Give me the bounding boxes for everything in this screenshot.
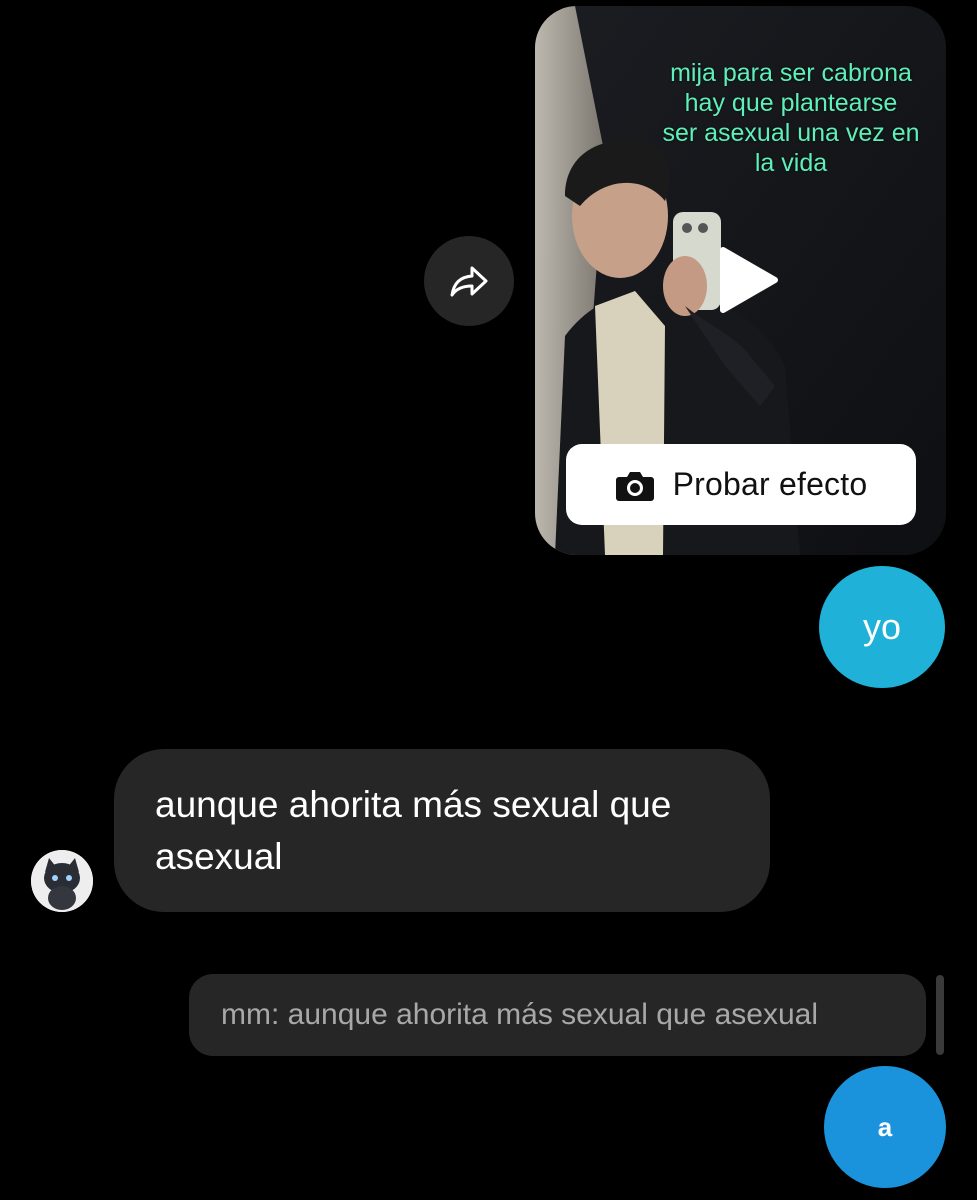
reply-preview-text: mm: aunque ahorita más sexual que asexua… xyxy=(221,998,819,1031)
outgoing-message[interactable]: yo xyxy=(819,566,945,688)
share-button[interactable] xyxy=(424,236,514,326)
outgoing-message[interactable]: a xyxy=(824,1066,946,1188)
share-arrow-icon xyxy=(450,266,488,297)
avatar[interactable] xyxy=(31,850,93,912)
play-icon[interactable] xyxy=(709,244,781,316)
reel-caption: mija para ser cabrona hay que plantearse… xyxy=(662,59,920,177)
message-text: yo xyxy=(862,606,902,647)
shared-reel-card[interactable]: mija para ser cabrona hay que plantearse… xyxy=(535,6,946,555)
chat-thread: mija para ser cabrona hay que plantearse… xyxy=(0,0,977,1200)
reply-preview[interactable]: mm: aunque ahorita más sexual que asexua… xyxy=(189,974,926,1056)
incoming-message[interactable]: aunque ahorita más sexual que asexual xyxy=(114,749,770,912)
message-text: aunque ahorita más sexual que asexual xyxy=(155,784,672,877)
message-text: a xyxy=(877,1111,893,1142)
try-effect-label: Probar efecto xyxy=(672,466,868,502)
cat-avatar-icon xyxy=(31,850,93,912)
camera-icon xyxy=(615,471,654,501)
reply-indicator-bar xyxy=(936,975,944,1055)
try-effect-button[interactable]: Probar efecto xyxy=(566,444,916,525)
